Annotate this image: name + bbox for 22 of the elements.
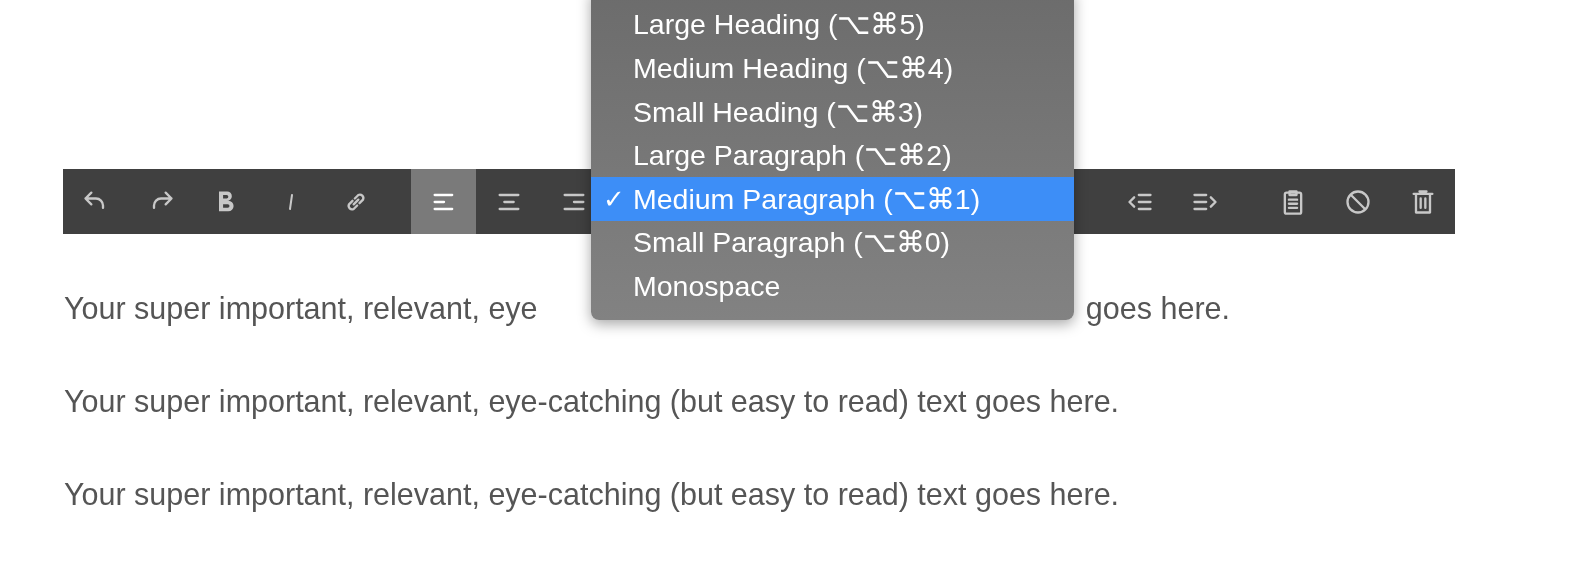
- paragraph-text: Your super important, relevant, eye-catching (but easy to read) text goes here.: [64, 383, 1120, 421]
- menu-item[interactable]: Monospace: [591, 264, 1074, 309]
- menu-item[interactable]: ✓ Medium Paragraph (⌥⌘1): [591, 177, 1074, 221]
- paragraph-text: Your super important, relevant, eye-catching (but easy to read) text goes here.: [64, 476, 1120, 514]
- menu-item-label: Large Paragraph (⌥⌘2): [633, 138, 952, 174]
- block-icon: [1343, 187, 1372, 216]
- menu-item-label: Medium Paragraph (⌥⌘1): [633, 181, 981, 217]
- menu-item-label: Large Heading (⌥⌘5): [633, 7, 925, 43]
- menu-item[interactable]: Small Heading (⌥⌘3): [591, 90, 1074, 134]
- italic-icon: [286, 191, 295, 212]
- menu-item[interactable]: Small Paragraph (⌥⌘0): [591, 220, 1074, 265]
- menu-item-label: Monospace: [633, 269, 781, 304]
- menu-item[interactable]: Large Heading (⌥⌘5): [591, 3, 1074, 47]
- menu-item-label: Small Paragraph (⌥⌘0): [633, 225, 951, 261]
- menu-item[interactable]: Medium Heading (⌥⌘4): [591, 46, 1074, 91]
- menu-item-label: Medium Heading (⌥⌘4): [633, 51, 954, 86]
- paragraph-text: goes here.: [1085, 290, 1230, 328]
- align-left-button[interactable]: [411, 169, 476, 234]
- menu-item[interactable]: Large Paragraph (⌥⌘2): [591, 133, 1074, 178]
- menu-item-label: Small Heading (⌥⌘3): [633, 94, 924, 130]
- paragraph-text: Your super important, relevant, eye: [64, 290, 538, 328]
- checkmark-text: ✓: [602, 182, 626, 216]
